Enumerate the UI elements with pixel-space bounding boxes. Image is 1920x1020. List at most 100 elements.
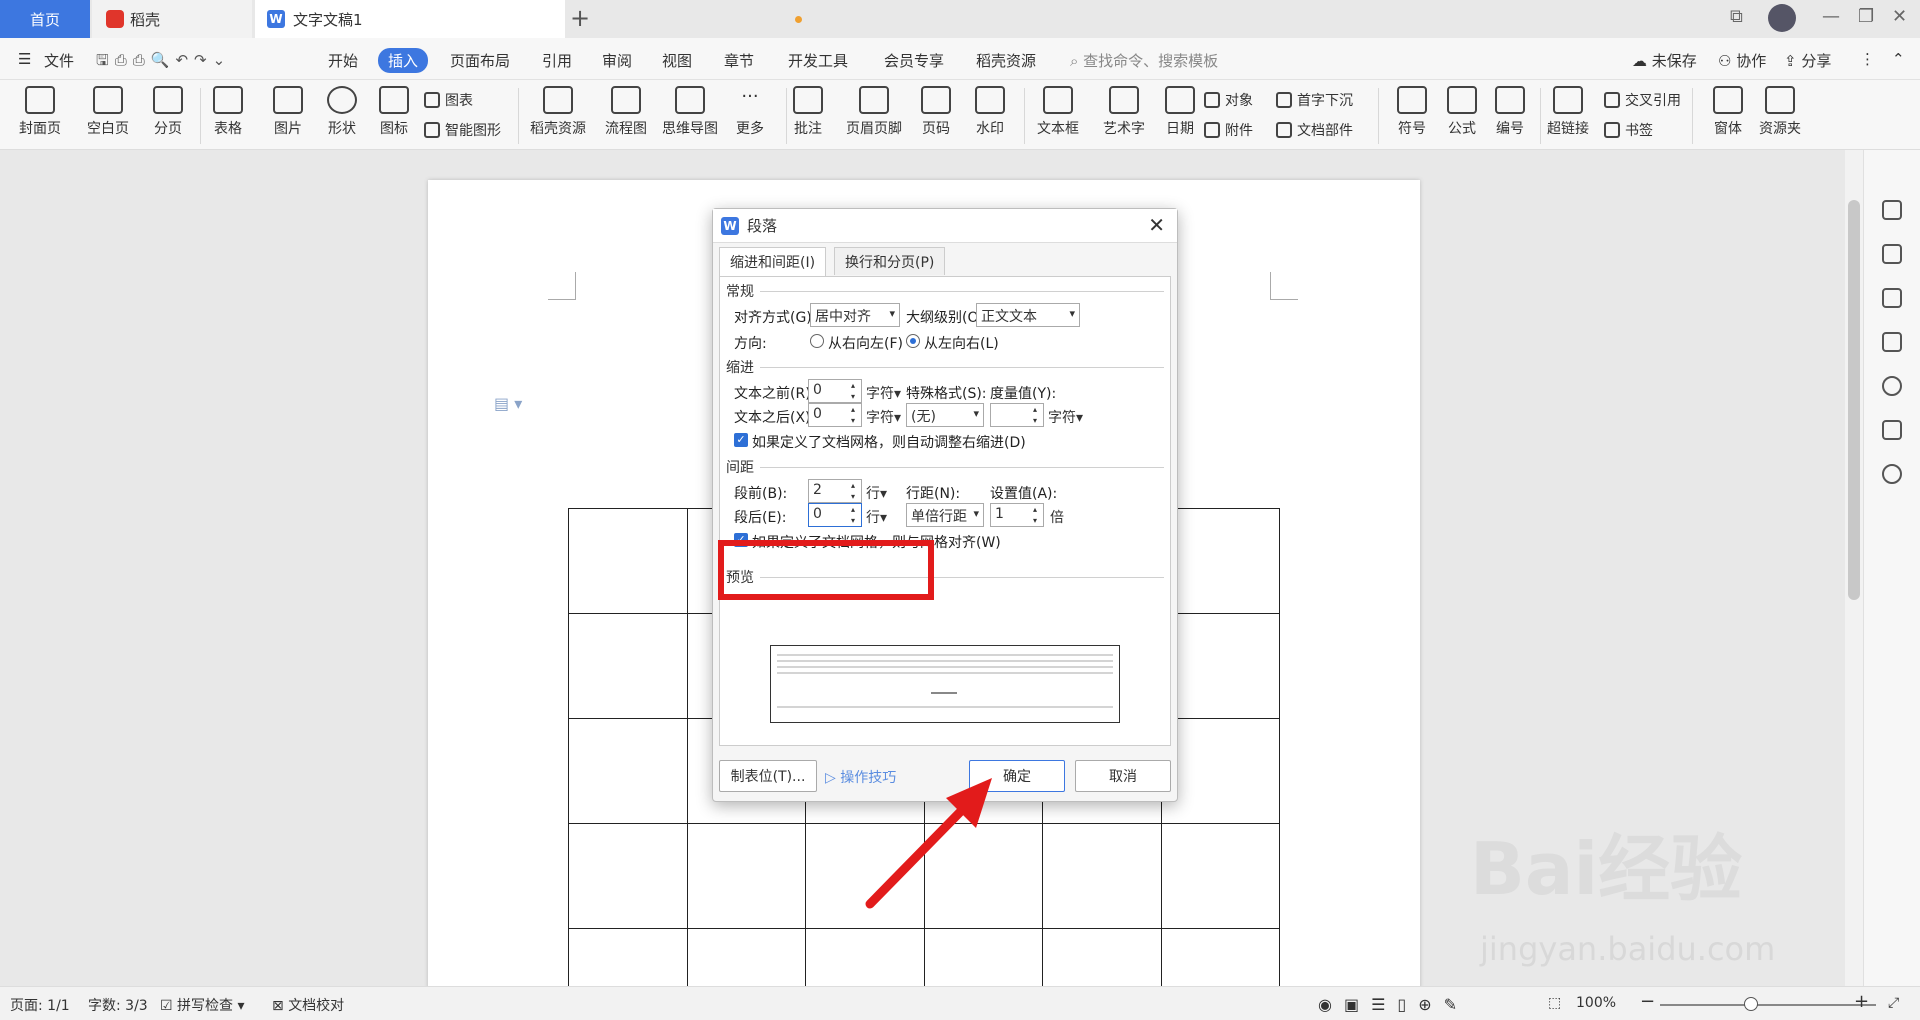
new-tab-button[interactable]: + [570, 4, 590, 32]
chart-button[interactable]: 图表 [424, 90, 473, 110]
scrollbar-thumb[interactable] [1848, 200, 1860, 600]
numbering-button[interactable]: 编号 [1478, 80, 1542, 138]
hyperlink-button[interactable]: 超链接 [1536, 80, 1600, 138]
special-format-select[interactable]: (无) [906, 403, 984, 427]
drop-cap-button[interactable]: 首字下沉 [1276, 90, 1353, 110]
proofread-button[interactable]: ⊠ 文档校对 [272, 995, 344, 1015]
dialog-title-bar[interactable]: W 段落 ✕ [713, 209, 1177, 243]
zoom-slider-thumb[interactable] [1744, 997, 1758, 1011]
menu-developer[interactable]: 开发工具 [788, 50, 848, 71]
tab-stops-button[interactable]: 制表位(T)... [719, 760, 817, 792]
smart-art-button[interactable]: 智能图形 [424, 120, 501, 140]
tab-home[interactable]: 首页 [0, 0, 90, 38]
zoom-level[interactable]: 100% [1576, 995, 1616, 1011]
zoom-slider[interactable] [1660, 1004, 1876, 1006]
avatar[interactable] [1768, 4, 1796, 32]
before-text-unit[interactable]: 字符▾ [866, 383, 901, 403]
menu-section[interactable]: 章节 [724, 50, 754, 71]
numbering-icon [1495, 86, 1525, 114]
lightning-icon[interactable] [1882, 464, 1902, 484]
alignment-select[interactable]: 居中对齐 [810, 303, 900, 327]
after-text-unit[interactable]: 字符▾ [866, 407, 901, 427]
image-tool-icon[interactable] [1882, 420, 1902, 440]
watermark-button[interactable]: 水印 [958, 80, 1022, 138]
more-icon[interactable]: ⋮ [1860, 50, 1875, 68]
paragraph-format-icon[interactable]: ▤ ▾ [494, 394, 522, 413]
unsaved-button[interactable]: ☁ 未保存 [1632, 50, 1697, 71]
tab-line-page-breaks[interactable]: 换行和分页(P) [834, 247, 946, 275]
flowchart-button[interactable]: 流程图 [594, 80, 658, 138]
resource-folder-button[interactable]: 资源夹 [1748, 80, 1812, 138]
outline-level-select[interactable]: 正文文本 [976, 303, 1080, 327]
mindmap-button[interactable]: 思维导图 [658, 80, 722, 138]
menu-file[interactable]: 文件 [44, 50, 74, 71]
page-count[interactable]: 页面: 1/1 [10, 995, 70, 1015]
command-search[interactable]: ⌕ 查找命令、搜索模板 [1070, 50, 1218, 71]
menu-view[interactable]: 视图 [662, 50, 692, 71]
quick-access-icons[interactable]: 🖫⎙⎙🔍↶↷⌄ [96, 50, 231, 75]
comment-button[interactable]: 批注 [776, 80, 840, 138]
cover-page-button[interactable]: 封面页 [8, 80, 72, 138]
space-before-input[interactable]: 2 [808, 479, 862, 503]
rocket-icon[interactable] [1882, 200, 1902, 220]
cursor-icon[interactable] [1882, 288, 1902, 308]
spell-check-button[interactable]: ☑ 拼写检查 ▾ [160, 995, 245, 1015]
bookmark-button[interactable]: 书签 [1604, 120, 1653, 140]
object-button[interactable]: 对象 [1204, 90, 1253, 110]
icons-button[interactable]: 图标 [362, 80, 426, 138]
rtl-radio[interactable] [810, 334, 824, 348]
space-after-unit[interactable]: 行▾ [866, 507, 887, 527]
after-text-input[interactable]: 0 [808, 403, 862, 427]
blank-page-button[interactable]: 空白页 [76, 80, 140, 138]
attachment-button[interactable]: 附件 [1204, 120, 1253, 140]
menu-daoke-resources[interactable]: 稻壳资源 [976, 50, 1036, 71]
word-count[interactable]: 字数: 3/3 [88, 995, 148, 1015]
sliders-icon[interactable] [1882, 332, 1902, 352]
minimize-icon[interactable]: — [1822, 6, 1840, 27]
ltr-radio[interactable] [906, 334, 920, 348]
daoke-resource-button[interactable]: 稻壳资源 [526, 80, 590, 138]
page-break-button[interactable]: 分页 [136, 80, 200, 138]
measure-input[interactable] [990, 403, 1044, 427]
menu-start[interactable]: 开始 [328, 50, 358, 71]
help-icon[interactable] [1882, 376, 1902, 396]
fullscreen-icon[interactable]: ⤢ [1888, 995, 1899, 1011]
view-mode-icons[interactable]: ◉▣☰▯⊕✎ [1318, 995, 1469, 1014]
line-spacing-select[interactable]: 单倍行距 [906, 503, 984, 527]
collapse-ribbon-icon[interactable]: ⌃ [1892, 50, 1905, 68]
date-button[interactable]: 日期 [1148, 80, 1212, 138]
cross-reference-button[interactable]: 交叉引用 [1604, 90, 1681, 110]
menu-review[interactable]: 审阅 [602, 50, 632, 71]
menu-insert[interactable]: 插入 [378, 48, 429, 73]
header-footer-button[interactable]: 页眉页脚 [842, 80, 906, 138]
space-after-input[interactable]: 0 [808, 503, 862, 527]
zoom-in-icon[interactable]: + [1854, 991, 1869, 1012]
menu-member[interactable]: 会员专享 [884, 50, 944, 71]
more-button[interactable]: ··· 更多 [718, 80, 782, 138]
layout-icon[interactable]: ⧉ [1730, 6, 1743, 27]
space-before-unit[interactable]: 行▾ [866, 483, 887, 503]
doc-parts-button[interactable]: 文档部件 [1276, 120, 1353, 140]
menu-page-layout[interactable]: 页面布局 [450, 50, 510, 71]
collab-button[interactable]: ⚇ 协作 [1718, 50, 1766, 71]
maximize-icon[interactable]: ❐ [1858, 6, 1874, 27]
wordart-button[interactable]: 艺术字 [1092, 80, 1156, 138]
before-text-input[interactable]: 0 [808, 379, 862, 403]
grid-indent-checkbox[interactable]: ✓ [734, 433, 748, 447]
zoom-out-icon[interactable]: − [1640, 991, 1655, 1012]
cancel-button[interactable]: 取消 [1075, 760, 1171, 792]
menu-references[interactable]: 引用 [542, 50, 572, 71]
pen-icon[interactable] [1882, 244, 1902, 264]
tab-document[interactable]: W 文字文稿1 [255, 0, 802, 38]
close-icon[interactable]: ✕ [1148, 213, 1165, 237]
measure-unit[interactable]: 字符▾ [1048, 407, 1083, 427]
share-button[interactable]: ⇪ 分享 [1784, 50, 1831, 71]
close-window-icon[interactable]: ✕ [1892, 6, 1907, 27]
setting-value-input[interactable]: 1 [990, 503, 1044, 527]
hamburger-icon[interactable]: ☰ [18, 50, 31, 68]
textbox-button[interactable]: 文本框 [1026, 80, 1090, 138]
tab-indent-spacing[interactable]: 缩进和间距(I) [719, 247, 827, 277]
tab-daoke[interactable]: 稻壳 [92, 0, 252, 38]
table-button[interactable]: 表格 [196, 80, 260, 138]
fit-page-icon[interactable]: ⬚ [1548, 995, 1561, 1011]
